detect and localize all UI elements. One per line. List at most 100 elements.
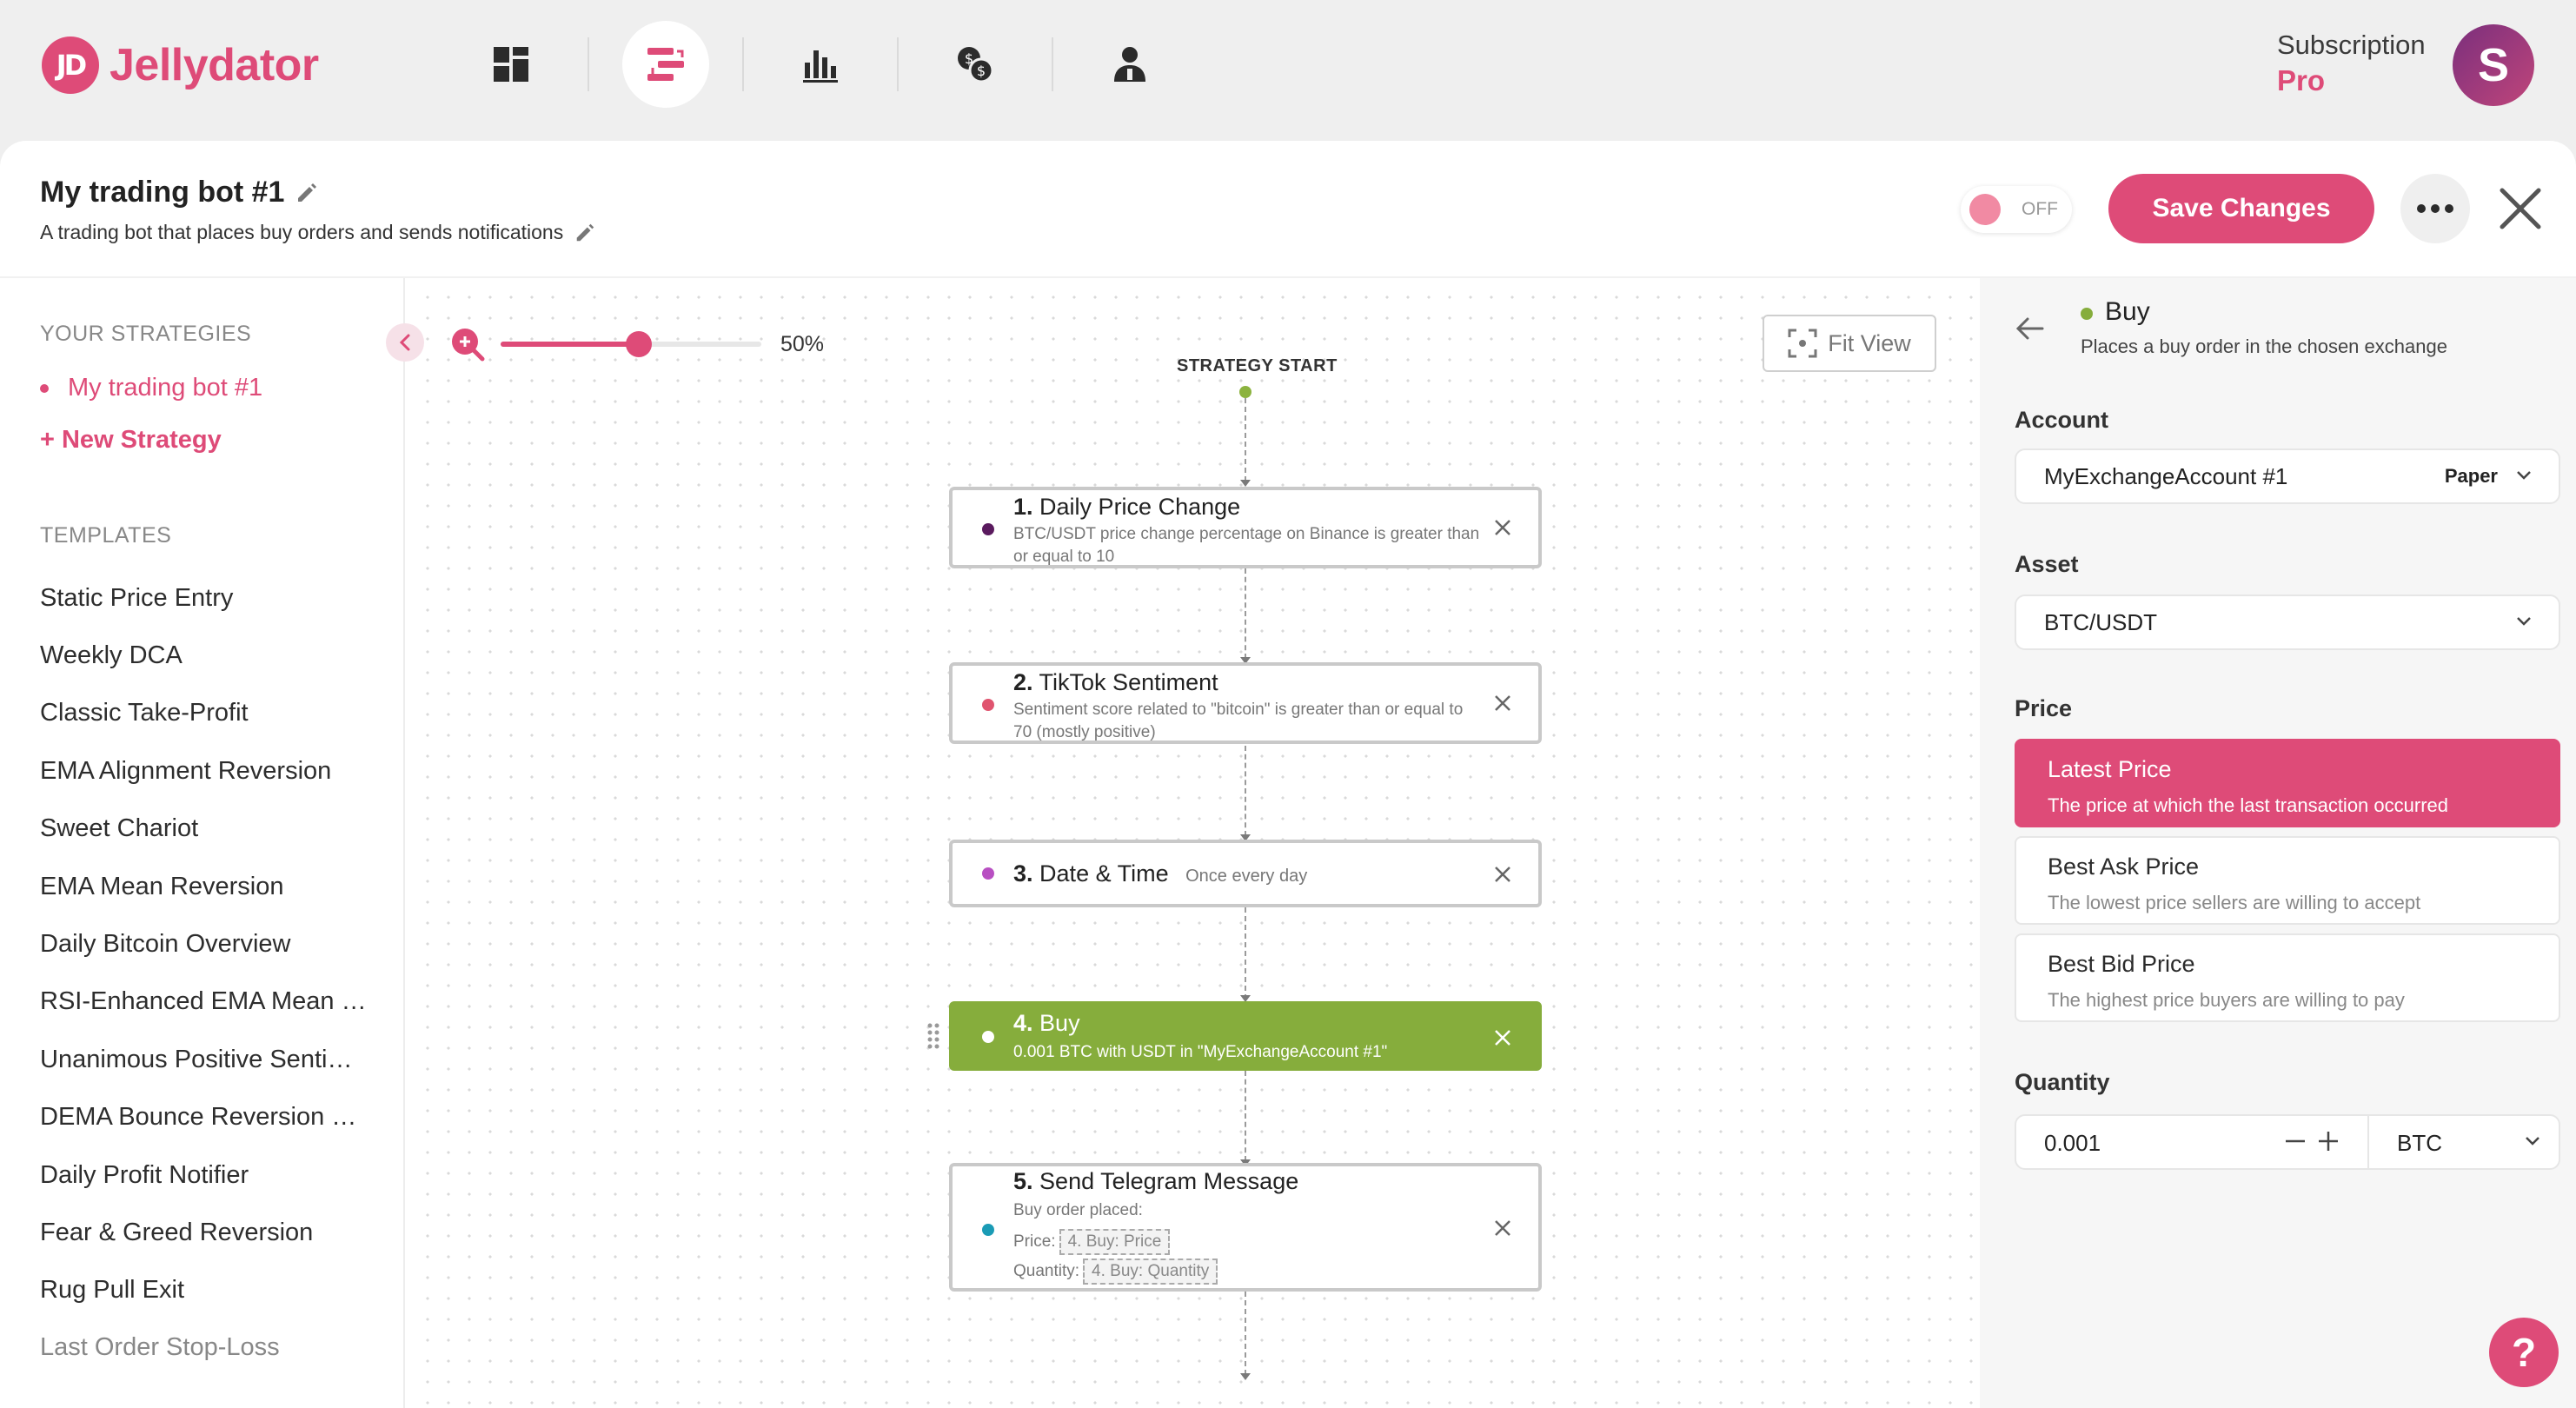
zoom-slider-fill [501, 342, 639, 347]
quantity-unit-select[interactable]: BTC [2397, 1130, 2442, 1157]
price-option-title: Best Bid Price [2048, 951, 2195, 977]
strategy-node-date-time[interactable]: 3. Date & Time Once every day [949, 840, 1542, 907]
connector-line [1245, 1292, 1246, 1375]
price-label: Price [2015, 695, 2073, 721]
price-option-description: The price at which the last transaction … [2048, 794, 2449, 816]
edit-title-pencil-icon[interactable] [295, 181, 319, 205]
collapse-sidebar-button[interactable] [386, 323, 424, 362]
remove-node-icon[interactable] [1493, 1219, 1512, 1238]
connector-line [1245, 568, 1246, 659]
remove-node-icon[interactable] [1493, 694, 1512, 713]
template-item[interactable]: Fear & Greed Reversion [40, 1219, 370, 1247]
connector-arrow [1240, 480, 1251, 487]
quantity-divider [2367, 1116, 2369, 1168]
template-item[interactable]: DEMA Bounce Reversion Strategy [40, 1103, 370, 1132]
template-item[interactable]: EMA Mean Reversion [40, 873, 370, 901]
nav-divider [1052, 37, 1053, 91]
zoom-slider-thumb[interactable] [626, 331, 652, 357]
price-option-title: Best Ask Price [2048, 853, 2200, 880]
strategy-node-tiktok-sentiment[interactable]: 2. TikTok Sentiment Sentiment score rela… [949, 662, 1542, 744]
zoom-control: 50% [450, 327, 824, 362]
new-strategy-button[interactable]: + New Strategy [40, 426, 222, 455]
price-option-description: The highest price buyers are willing to … [2048, 989, 2405, 1011]
save-changes-button[interactable]: Save Changes [2108, 174, 2374, 243]
avatar[interactable]: S [2453, 24, 2534, 106]
account-select[interactable]: MyExchangeAccount #1 Paper [2015, 448, 2560, 504]
chevron-down-icon [2517, 471, 2531, 480]
template-item[interactable]: Unanimous Positive Sentiment [40, 1046, 370, 1074]
strategy-node-daily-price-change[interactable]: 1. Daily Price Change BTC/USDT price cha… [949, 487, 1542, 568]
main-nav: $ $ [435, 21, 1206, 108]
nav-account[interactable] [1086, 21, 1173, 108]
subscription-plan: Pro [2277, 64, 2326, 96]
back-arrow-icon[interactable] [2015, 313, 2046, 344]
strategy-node-buy[interactable]: 4. Buy 0.001 BTC with USDT in "MyExchang… [949, 1001, 1542, 1071]
template-item[interactable]: Classic Take-Profit [40, 699, 370, 727]
remove-node-icon[interactable] [1493, 1028, 1512, 1047]
remove-node-icon[interactable] [1493, 518, 1512, 537]
zoom-in-icon[interactable] [450, 327, 485, 362]
nav-strategies[interactable] [622, 21, 709, 108]
template-item[interactable]: Weekly DCA [40, 641, 370, 670]
plus-icon[interactable] [2314, 1126, 2343, 1156]
template-item[interactable]: Sweet Chariot [40, 814, 370, 843]
node-color-dot [982, 699, 994, 711]
template-item[interactable]: RSI-Enhanced EMA Mean Reversion [40, 987, 370, 1016]
asset-select[interactable]: BTC/USDT [2015, 594, 2560, 650]
panel-title: Buy [2105, 297, 2150, 326]
template-item[interactable]: Daily Profit Notifier [40, 1161, 370, 1190]
close-editor-button[interactable] [2494, 183, 2546, 235]
fit-view-label: Fit View [1828, 329, 1911, 356]
more-options-button[interactable] [2400, 174, 2470, 243]
price-option-latest[interactable]: Latest Price The price at which the last… [2015, 739, 2560, 827]
remove-node-icon[interactable] [1493, 865, 1512, 884]
drag-handle-icon[interactable] [926, 1022, 940, 1050]
chevron-left-icon [399, 334, 410, 351]
account-mode-tag: Paper [2444, 465, 2498, 487]
quantity-label: Quantity [2015, 1069, 2110, 1095]
edit-description-pencil-icon[interactable] [574, 222, 596, 244]
help-button[interactable]: ? [2489, 1318, 2559, 1387]
connector-arrow [1240, 1373, 1251, 1380]
price-option-best-ask[interactable]: Best Ask Price The lowest price sellers … [2015, 836, 2560, 925]
bot-description-row: A trading bot that places buy orders and… [40, 221, 596, 244]
strategy-item[interactable]: My trading bot #1 [40, 374, 262, 402]
zoom-slider[interactable] [501, 331, 761, 357]
connector-line [1245, 1071, 1246, 1161]
template-item[interactable]: EMA Alignment Reversion [40, 757, 370, 786]
zoom-level: 50% [780, 331, 825, 356]
app-logo[interactable]: JD Jellydator [42, 37, 319, 94]
toggle-label: OFF [2022, 199, 2058, 219]
template-item[interactable]: Static Price Entry [40, 584, 370, 613]
app-name: Jellydator [110, 40, 319, 90]
node-title: 1. Daily Price Change [1013, 494, 1241, 520]
top-navigation: JD Jellydator $ $ Subscription Pro S [0, 0, 2576, 139]
toggle-knob [1969, 194, 2001, 225]
user-icon [1114, 47, 1145, 82]
minus-icon[interactable] [2281, 1126, 2310, 1156]
variable-chip: 4. Buy: Quantity [1083, 1259, 1218, 1285]
strategy-node-send-telegram[interactable]: 5. Send Telegram Message Buy order place… [949, 1163, 1542, 1292]
quantity-input[interactable]: 0.001 [2044, 1130, 2101, 1157]
template-item[interactable]: Rug Pull Exit [40, 1276, 370, 1305]
price-option-description: The lowest price sellers are willing to … [2048, 892, 2421, 913]
account-label: Account [2015, 407, 2108, 433]
logo-mark-icon: JD [42, 37, 99, 94]
nav-divider [588, 37, 589, 91]
price-option-best-bid[interactable]: Best Bid Price The highest price buyers … [2015, 933, 2560, 1022]
fit-view-button[interactable]: Fit View [1763, 315, 1936, 372]
dashboard-icon [494, 47, 528, 82]
strategy-sidebar: YOUR STRATEGIES My trading bot #1 + New … [0, 278, 405, 1408]
nav-exchanges[interactable]: $ $ [932, 21, 1019, 108]
subscription-info[interactable]: Subscription Pro [2277, 30, 2426, 97]
template-item[interactable]: Daily Bitcoin Overview [40, 930, 370, 959]
connector-line [1245, 398, 1246, 482]
template-item[interactable]: Last Order Stop-Loss [40, 1333, 370, 1362]
bar-chart-icon [803, 50, 838, 83]
strategies-heading: YOUR STRATEGIES [40, 322, 252, 346]
strategy-name: My trading bot #1 [68, 374, 263, 402]
nav-dashboard[interactable] [468, 21, 554, 108]
bot-active-toggle[interactable]: OFF [1961, 186, 2072, 233]
panel-description: Places a buy order in the chosen exchang… [2081, 335, 2447, 357]
nav-analytics[interactable] [777, 21, 864, 108]
